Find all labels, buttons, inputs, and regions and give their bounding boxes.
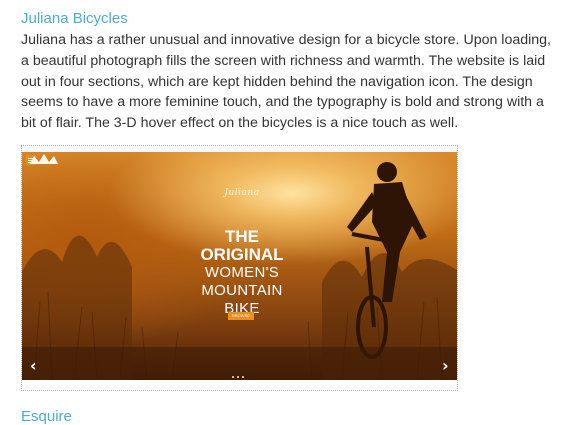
article-title-link[interactable]: Juliana Bicycles xyxy=(21,10,128,27)
slide-dots xyxy=(232,365,247,380)
next-article-title-link[interactable]: Esquire xyxy=(21,408,72,425)
juliana-hero-screenshot: Juliana THE ORIGINAL WOMEN'S MOUNTAIN BI… xyxy=(22,152,457,380)
chevron-left-icon[interactable]: ‹ xyxy=(30,356,37,375)
article-description: Juliana has a rather unusual and innovat… xyxy=(21,32,552,132)
crown-icon xyxy=(30,154,58,164)
hero-cta-button[interactable]: BROWSE xyxy=(228,312,254,320)
slide-dot[interactable] xyxy=(242,376,244,378)
slide-dot[interactable] xyxy=(232,376,234,378)
headline-line-3: WOMEN'S xyxy=(204,264,280,281)
hero-headline: THE ORIGINAL WOMEN'S MOUNTAIN BIKE xyxy=(182,228,302,318)
chevron-right-icon[interactable]: › xyxy=(442,356,449,375)
headline-line-4: MOUNTAIN xyxy=(201,282,283,299)
headline-line-1: THE xyxy=(225,227,259,246)
juliana-logo-text: Juliana xyxy=(224,188,260,198)
slide-dot[interactable] xyxy=(237,376,239,378)
headline-line-2: ORIGINAL xyxy=(200,245,284,264)
